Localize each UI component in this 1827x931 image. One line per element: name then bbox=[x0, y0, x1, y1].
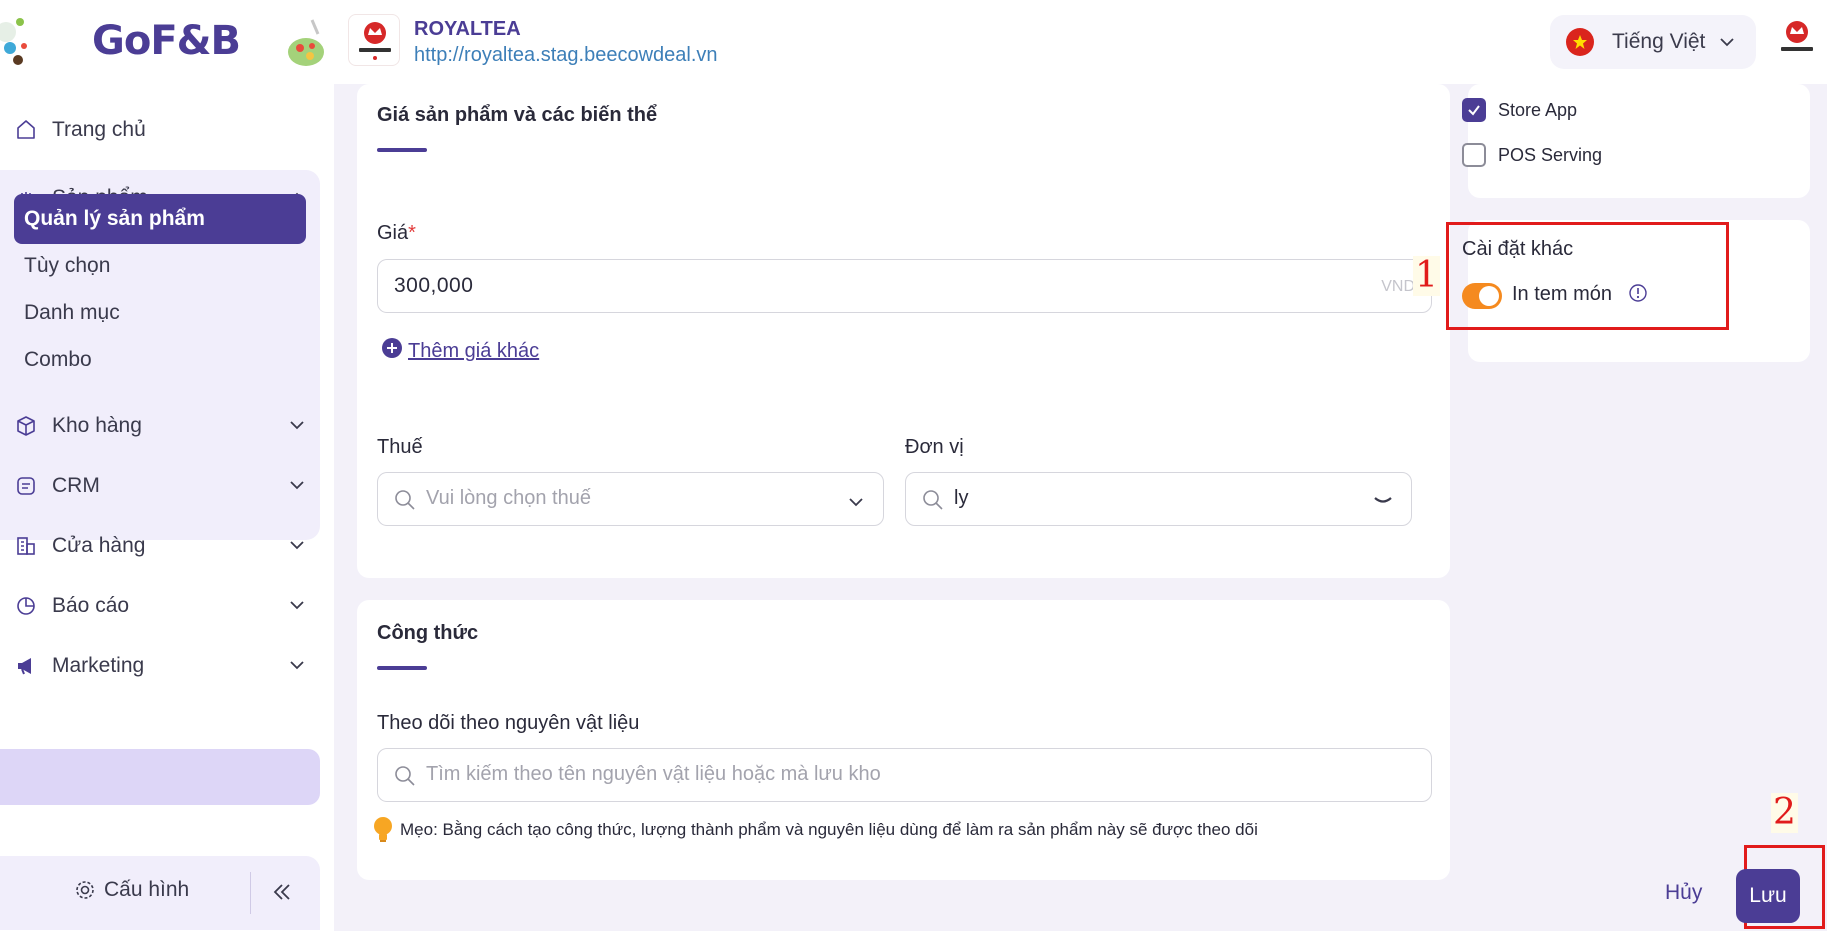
chevron-down-icon bbox=[1373, 493, 1393, 507]
sidebar-item-label: Trang chủ bbox=[52, 118, 146, 141]
user-avatar[interactable] bbox=[1772, 14, 1822, 66]
sidebar-subitem-combo[interactable]: Combo bbox=[14, 335, 306, 385]
sidebar-item-warehouse[interactable]: Kho hàng bbox=[0, 398, 320, 454]
recipe-card-title: Công thức bbox=[377, 622, 479, 644]
box-icon bbox=[14, 414, 38, 438]
recipe-tip: Mẹo: Bằng cách tạo công thức, lượng thàn… bbox=[372, 816, 1258, 844]
price-label-text: Giá bbox=[377, 222, 409, 244]
tax-select[interactable]: Vui lòng chọn thuế bbox=[377, 472, 884, 526]
chevron-down-icon bbox=[288, 656, 306, 674]
platform-pos-serving[interactable]: POS Serving bbox=[1462, 143, 1602, 167]
collapse-sidebar-icon[interactable] bbox=[270, 880, 294, 904]
sidebar-item-label: Báo cáo bbox=[52, 594, 130, 617]
sidebar: Trang chủ Sản phẩm Quản lý sản phẩm Tùy … bbox=[0, 84, 334, 931]
currency-unit: VND bbox=[1381, 278, 1415, 295]
crm-icon bbox=[14, 474, 38, 498]
sidebar-item-home[interactable]: Trang chủ bbox=[0, 102, 320, 158]
ingredient-search-placeholder: Tìm kiếm theo tên nguyên vật liệu hoặc m… bbox=[426, 763, 881, 785]
sidebar-item-label: Cửa hàng bbox=[52, 534, 146, 557]
pie-chart-icon bbox=[14, 594, 38, 618]
sidebar-subitem-options[interactable]: Tùy chọn bbox=[14, 241, 306, 291]
app-logo[interactable]: GoF&B bbox=[92, 18, 241, 64]
sidebar-item-label: CRM bbox=[52, 474, 100, 497]
sidebar-item-label: Kho hàng bbox=[52, 414, 142, 437]
required-mark: * bbox=[408, 222, 416, 244]
sidebar-item-marketing[interactable]: Marketing bbox=[0, 638, 320, 694]
tax-placeholder: Vui lòng chọn thuế bbox=[426, 487, 591, 509]
search-icon bbox=[394, 765, 416, 787]
lightbulb-icon bbox=[372, 816, 394, 844]
settings-label: Cấu hình bbox=[104, 878, 190, 901]
vietnam-flag-icon bbox=[1566, 28, 1594, 56]
footer-divider bbox=[250, 872, 251, 914]
annotation-box-1 bbox=[1446, 222, 1729, 330]
marketing-highlight bbox=[0, 749, 320, 805]
sidebar-footer: Cấu hình bbox=[0, 856, 320, 930]
add-price-label: Thêm giá khác bbox=[408, 340, 540, 362]
checkbox-checked[interactable] bbox=[1462, 98, 1486, 122]
platform-store-app[interactable]: Store App bbox=[1462, 98, 1577, 122]
language-selector[interactable]: Tiếng Việt bbox=[1550, 15, 1756, 69]
add-price-link[interactable]: Thêm giá khác bbox=[382, 337, 540, 363]
megaphone-icon bbox=[14, 654, 38, 678]
chevron-down-icon bbox=[1718, 33, 1736, 51]
track-ingredients-label: Theo dõi theo nguyên vật liệu bbox=[377, 712, 640, 734]
chevron-down-icon bbox=[288, 596, 306, 614]
sidebar-item-crm[interactable]: CRM bbox=[0, 458, 320, 514]
salad-illustration-icon bbox=[282, 16, 328, 70]
sidebar-subitem-product-management[interactable]: Quản lý sản phẩm bbox=[14, 194, 306, 244]
gear-icon bbox=[74, 879, 96, 901]
recipe-tip-text: Mẹo: Bằng cách tạo công thức, lượng thàn… bbox=[400, 820, 1258, 839]
checkbox-unchecked[interactable] bbox=[1462, 143, 1486, 167]
sidebar-item-label: Marketing bbox=[52, 654, 145, 677]
price-input[interactable]: 300,000 VND bbox=[377, 259, 1432, 313]
price-card-title: Giá sản phẩm và các biến thể bbox=[377, 104, 658, 126]
save-button[interactable]: Lưu bbox=[1736, 869, 1800, 923]
search-icon bbox=[922, 489, 944, 511]
cancel-button[interactable]: Hủy bbox=[1665, 881, 1702, 905]
language-label: Tiếng Việt bbox=[1612, 30, 1706, 53]
unit-value: ly bbox=[954, 487, 969, 509]
sidebar-item-store[interactable]: Cửa hàng bbox=[0, 518, 320, 574]
store-url-link[interactable]: http://royaltea.stag.beecowdeal.vn bbox=[414, 44, 718, 67]
chevron-down-icon bbox=[288, 476, 306, 494]
sidebar-subitem-categories[interactable]: Danh mục bbox=[14, 288, 306, 338]
annotation-number-2: 2 bbox=[1771, 792, 1798, 833]
unit-select[interactable]: ly bbox=[905, 472, 1412, 526]
price-label: Giá* bbox=[377, 222, 416, 245]
search-icon bbox=[394, 489, 416, 511]
store-name: ROYALTEA bbox=[414, 18, 521, 40]
unit-label: Đơn vị bbox=[905, 436, 964, 458]
food-illustration-icon bbox=[0, 10, 40, 70]
sidebar-item-reports[interactable]: Báo cáo bbox=[0, 578, 320, 634]
ingredient-search-input[interactable]: Tìm kiếm theo tên nguyên vật liệu hoặc m… bbox=[377, 748, 1432, 802]
annotation-number-1: 1 bbox=[1413, 255, 1440, 296]
title-underline bbox=[377, 666, 427, 670]
chevron-down-icon bbox=[288, 536, 306, 554]
tax-label: Thuế bbox=[377, 436, 423, 458]
store-building-icon bbox=[14, 534, 38, 558]
top-header: GoF&B ROYALTEA http://royaltea.stag.beec… bbox=[0, 0, 1827, 84]
home-icon bbox=[14, 118, 38, 142]
plus-circle-icon bbox=[382, 337, 402, 358]
chevron-down-icon bbox=[847, 493, 865, 511]
store-logo bbox=[348, 14, 400, 66]
title-underline bbox=[377, 148, 427, 152]
price-value: 300,000 bbox=[394, 274, 474, 297]
store-app-label: Store App bbox=[1498, 99, 1578, 120]
settings-button[interactable]: Cấu hình bbox=[74, 878, 189, 902]
pos-serving-label: POS Serving bbox=[1498, 144, 1603, 165]
chevron-down-icon bbox=[288, 416, 306, 434]
